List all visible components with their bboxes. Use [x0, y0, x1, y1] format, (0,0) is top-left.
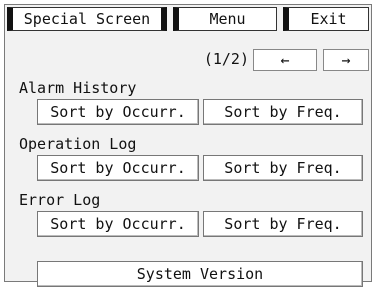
screen-title-tab: Special Screen	[7, 7, 167, 31]
prev-page-button[interactable]: ←	[253, 49, 317, 71]
alarm-history-sort-freq-button[interactable]: Sort by Freq.	[203, 99, 363, 125]
operation-log-sort-freq-button[interactable]: Sort by Freq.	[203, 155, 363, 181]
special-screen-panel: Special Screen Menu Exit (1/2) ← → Alarm…	[4, 4, 372, 287]
error-log-sort-freq-button[interactable]: Sort by Freq.	[203, 211, 363, 237]
alarm-history-sort-occurr-button[interactable]: Sort by Occurr.	[37, 99, 199, 125]
error-log-label: Error Log	[19, 191, 101, 209]
exit-button[interactable]: Exit	[283, 7, 369, 31]
next-page-button[interactable]: →	[323, 49, 369, 71]
menu-button[interactable]: Menu	[173, 7, 277, 31]
page-indicator: (1/2)	[203, 50, 249, 68]
alarm-history-label: Alarm History	[19, 79, 137, 97]
error-log-sort-occurr-button[interactable]: Sort by Occurr.	[37, 211, 199, 237]
operation-log-label: Operation Log	[19, 135, 137, 153]
top-bar: Special Screen Menu Exit	[5, 5, 371, 33]
operation-log-sort-occurr-button[interactable]: Sort by Occurr.	[37, 155, 199, 181]
system-version-button[interactable]: System Version	[37, 261, 363, 287]
